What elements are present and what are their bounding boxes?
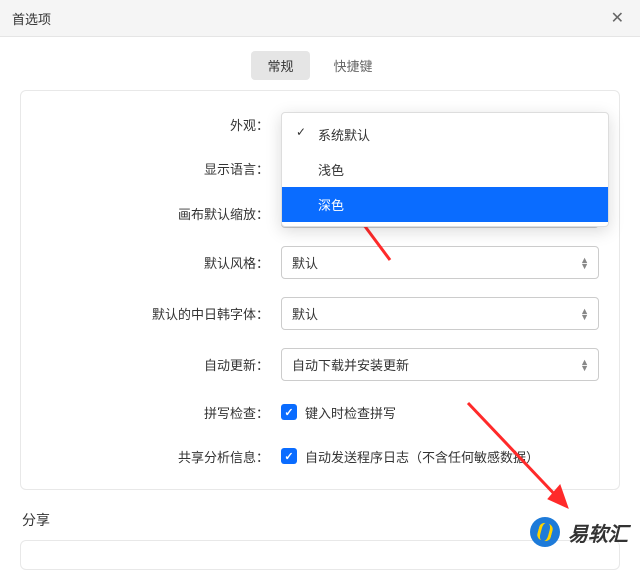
- window-title: 首选项: [12, 9, 51, 28]
- label-spell-check: 拼写检查：: [21, 403, 281, 422]
- label-language: 显示语言：: [21, 159, 281, 178]
- watermark-text: 易软汇: [568, 518, 628, 547]
- watermark: 易软汇: [530, 517, 628, 547]
- tab-shortcuts[interactable]: 快捷键: [318, 51, 389, 80]
- tab-bar: 常规 快捷键: [0, 37, 640, 90]
- cjk-font-select[interactable]: 默认 ▲▼: [281, 297, 599, 330]
- label-appearance: 外观：: [21, 115, 281, 134]
- label-share-analytics: 共享分析信息：: [21, 447, 281, 466]
- close-button[interactable]: ✕: [607, 8, 628, 28]
- dropdown-option-dark[interactable]: 深色: [282, 187, 608, 222]
- spell-check-text: 键入时检查拼写: [305, 403, 396, 422]
- auto-update-value: 自动下载并安装更新: [292, 355, 409, 374]
- titlebar: 首选项 ✕: [0, 0, 640, 37]
- chevron-updown-icon: ▲▼: [580, 359, 588, 371]
- annotation-arrow-2: [460, 395, 580, 515]
- watermark-icon: [530, 517, 560, 547]
- chevron-updown-icon: ▲▼: [580, 257, 588, 269]
- appearance-dropdown: 系统默认 浅色 深色: [281, 112, 609, 227]
- label-cjk-font: 默认的中日韩字体：: [21, 304, 281, 323]
- tab-general[interactable]: 常规: [251, 51, 309, 80]
- label-auto-update: 自动更新：: [21, 355, 281, 374]
- dropdown-option-light[interactable]: 浅色: [282, 152, 608, 187]
- style-value: 默认: [292, 253, 318, 272]
- dropdown-option-system-default[interactable]: 系统默认: [282, 117, 608, 152]
- label-zoom: 画布默认缩放：: [21, 204, 281, 223]
- chevron-updown-icon: ▲▼: [580, 308, 588, 320]
- auto-update-select[interactable]: 自动下载并安装更新 ▲▼: [281, 348, 599, 381]
- label-style: 默认风格：: [21, 253, 281, 272]
- spell-check-checkbox[interactable]: ✓: [281, 404, 297, 420]
- share-analytics-checkbox[interactable]: ✓: [281, 448, 297, 464]
- cjk-font-value: 默认: [292, 304, 318, 323]
